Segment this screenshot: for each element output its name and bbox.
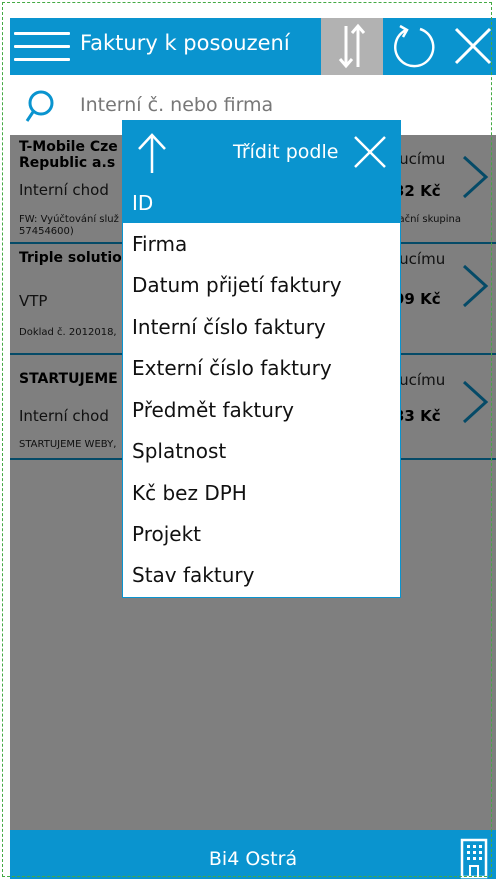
sort-button[interactable] <box>321 18 383 75</box>
sort-option-splatnost[interactable]: Splatnost <box>123 431 400 471</box>
sort-option-stav[interactable]: Stav faktury <box>123 555 400 595</box>
page-title: Faktury k posouzení <box>80 31 290 55</box>
search-icon <box>25 90 54 122</box>
menu-icon[interactable] <box>14 32 70 62</box>
sort-option-firma[interactable]: Firma <box>123 224 400 264</box>
sort-option-predmet[interactable]: Předmět faktury <box>123 390 400 430</box>
sort-option-id[interactable]: ID <box>123 183 400 223</box>
building-icon[interactable] <box>460 838 488 879</box>
arrow-up-icon[interactable] <box>135 131 169 175</box>
sort-icon <box>338 23 366 69</box>
sort-option-datum-prijeti[interactable]: Datum přijetí faktury <box>123 265 400 305</box>
top-bar: Faktury k posouzení <box>10 18 496 75</box>
sort-option-interni-cislo[interactable]: Interní číslo faktury <box>123 307 400 347</box>
refresh-icon <box>394 24 435 68</box>
refresh-button[interactable] <box>390 18 440 75</box>
close-button[interactable] <box>446 18 496 75</box>
close-icon[interactable] <box>351 133 389 171</box>
sort-option-projekt[interactable]: Projekt <box>123 514 400 554</box>
close-icon <box>454 27 492 65</box>
sort-option-kc-bez-dph[interactable]: Kč bez DPH <box>123 473 400 513</box>
bottom-bar: Bi4 Ostrá <box>10 830 496 879</box>
sort-dialog: Třídit podle ID Firma Datum přijetí fakt… <box>122 120 401 598</box>
dialog-title: Třídit podle <box>233 141 339 163</box>
search-input[interactable] <box>78 93 462 117</box>
sort-option-externi-cislo[interactable]: Externí číslo faktury <box>123 348 400 388</box>
dialog-header: Třídit podle <box>123 121 400 183</box>
environment-label: Bi4 Ostrá <box>208 848 298 870</box>
